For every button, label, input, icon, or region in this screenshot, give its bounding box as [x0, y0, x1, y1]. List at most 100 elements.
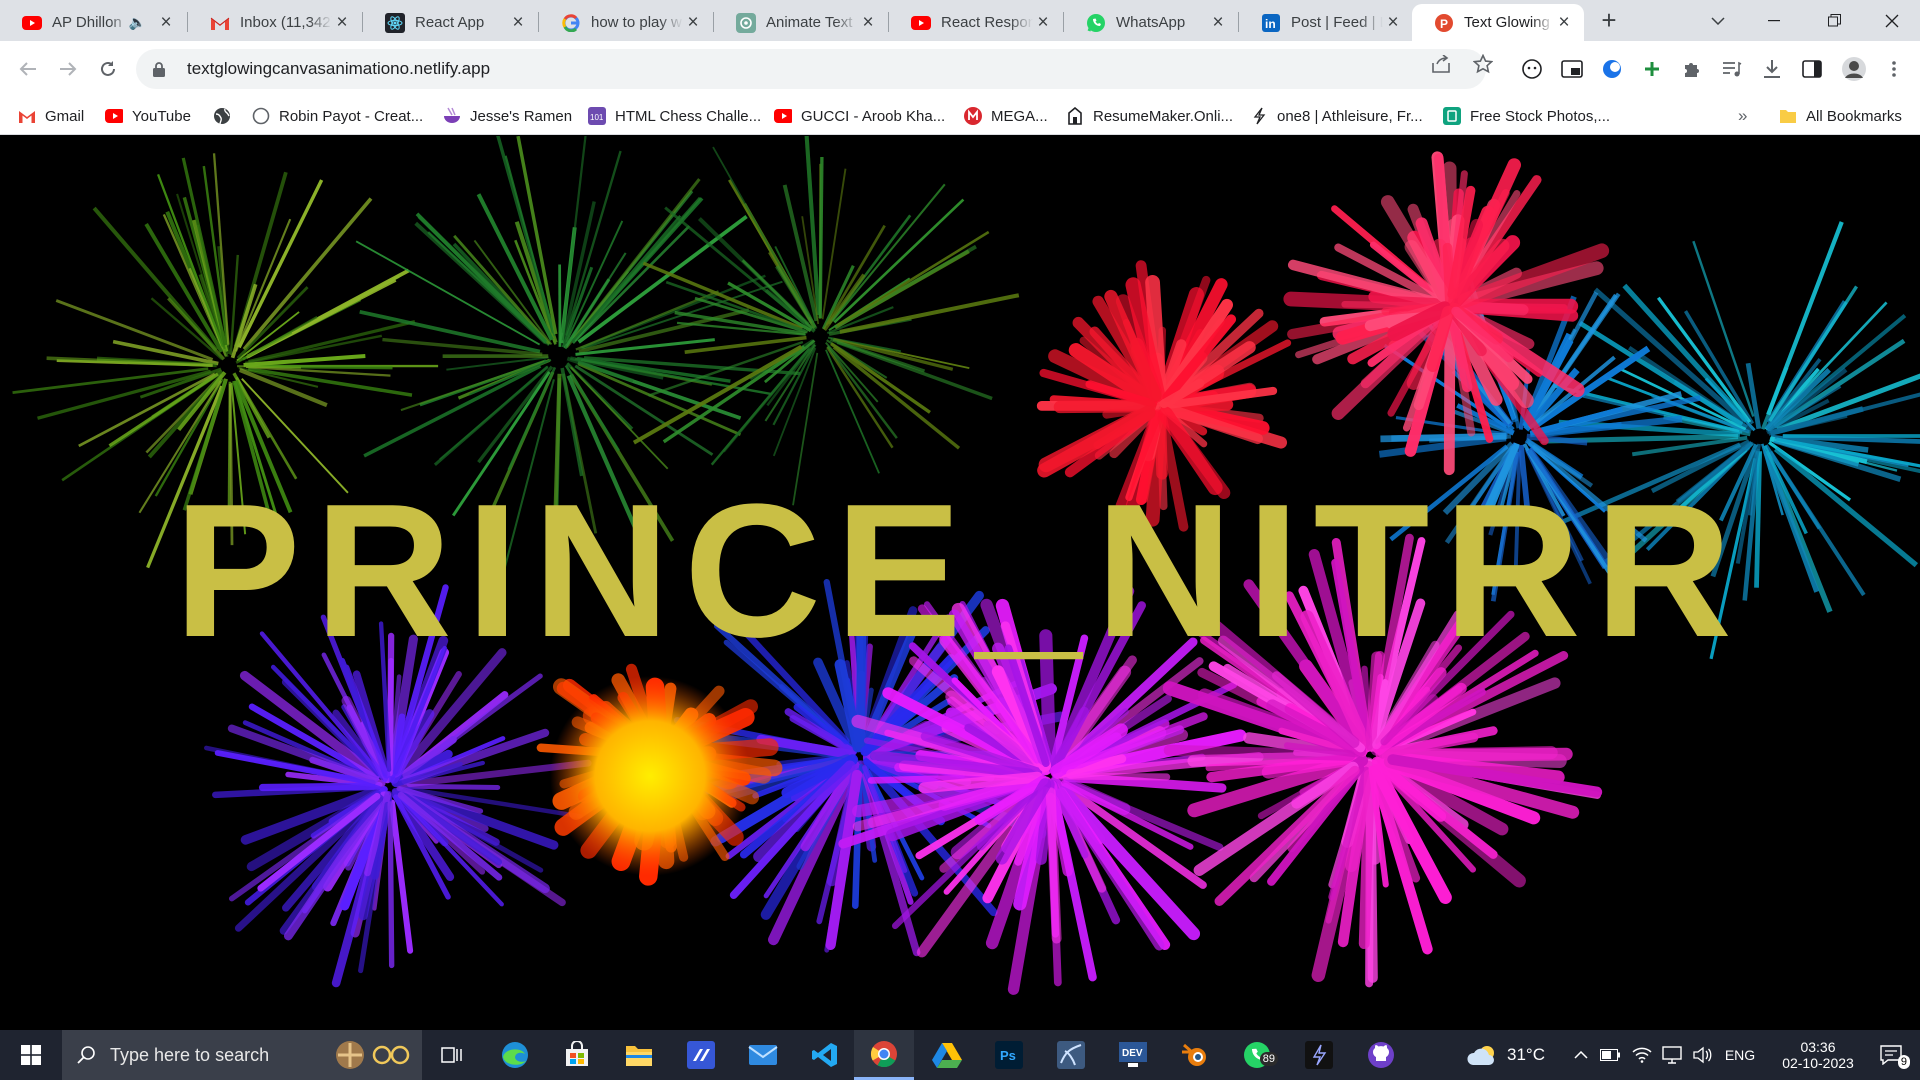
tab-title: React Respon: [941, 14, 1033, 31]
bookmark-one8[interactable]: one8 | Athleisure, Fr...: [1250, 105, 1423, 127]
bookmark-gucci[interactable]: GUCCI - Aroob Kha...: [774, 105, 945, 127]
address-bar[interactable]: textglowingcanvasanimationo.netlify.app: [136, 49, 1486, 89]
bookmark-resumemaker[interactable]: ResumeMaker.Onli...: [1066, 105, 1233, 127]
language-indicator[interactable]: ENG: [1720, 1030, 1760, 1080]
file-explorer-icon[interactable]: [616, 1030, 662, 1080]
svg-text:DEV: DEV: [1122, 1048, 1143, 1059]
bookmark-star-icon[interactable]: [1472, 53, 1494, 75]
close-tab-icon[interactable]: ×: [1383, 12, 1403, 33]
close-tab-icon[interactable]: ×: [1554, 12, 1574, 33]
tab-whatsapp[interactable]: WhatsApp ×: [1064, 4, 1238, 41]
tab-google-search[interactable]: how to play w ×: [539, 4, 713, 41]
close-tab-icon[interactable]: ×: [1033, 12, 1053, 33]
tab-title: WhatsApp: [1116, 14, 1186, 31]
page-icon: P: [1434, 13, 1454, 33]
github-desktop-icon[interactable]: [1358, 1030, 1404, 1080]
close-window-button[interactable]: [1864, 0, 1920, 41]
reload-icon[interactable]: [92, 53, 124, 85]
photoshop-icon[interactable]: Ps: [986, 1030, 1032, 1080]
side-panel-icon[interactable]: [1796, 53, 1828, 85]
bookmark-youtube[interactable]: YouTube: [105, 105, 191, 127]
close-tab-icon[interactable]: ×: [683, 12, 703, 33]
close-tab-icon[interactable]: ×: [1208, 12, 1228, 33]
bookmarks-overflow-chevron[interactable]: »: [1738, 105, 1747, 127]
bookmark-label: Robin Payot - Creat...: [279, 107, 424, 125]
google-drive-icon[interactable]: [924, 1030, 970, 1080]
microsoft-store-icon[interactable]: [554, 1030, 600, 1080]
gmail-icon: [210, 13, 230, 33]
tab-linkedin-feed[interactable]: in Post | Feed | L ×: [1239, 4, 1413, 41]
vscode-icon[interactable]: [802, 1030, 848, 1080]
display-icon[interactable]: [1658, 1030, 1686, 1080]
bookmark-mega[interactable]: MEGA...: [964, 105, 1048, 127]
tab-chatgpt-animate-text[interactable]: Animate Text ×: [714, 4, 888, 41]
taskbar-search-box[interactable]: Type here to search: [62, 1030, 422, 1080]
notifications-icon[interactable]: 9: [1868, 1030, 1914, 1080]
share-icon[interactable]: [1430, 53, 1452, 75]
folder-icon: [1779, 107, 1797, 125]
bookmark-label: Free Stock Photos,...: [1470, 107, 1611, 125]
youtube-icon: [774, 107, 792, 125]
windows-start-icon[interactable]: [8, 1030, 54, 1080]
back-icon[interactable]: [12, 53, 44, 85]
bookmark-robin-payot[interactable]: Robin Payot - Creat...: [252, 105, 423, 127]
extension-plus-icon[interactable]: [1636, 53, 1668, 85]
speaker-icon[interactable]: 🔈: [129, 14, 146, 31]
close-tab-icon[interactable]: ×: [508, 12, 528, 33]
close-tab-icon[interactable]: ×: [332, 12, 352, 33]
clock[interactable]: 03:36 02-10-2023: [1768, 1030, 1868, 1080]
bookmark-label: YouTube: [132, 107, 191, 125]
tab-gmail-inbox[interactable]: Inbox (11,342) ×: [188, 4, 362, 41]
tab-search-icon[interactable]: [1690, 0, 1746, 41]
battery-icon[interactable]: [1596, 1030, 1624, 1080]
close-tab-icon[interactable]: ×: [858, 12, 878, 33]
bookmark-html-chess[interactable]: 101 HTML Chess Challe...: [588, 105, 761, 127]
postman-bolt-icon[interactable]: [1296, 1030, 1342, 1080]
url-text[interactable]: textglowingcanvasanimationo.netlify.app: [187, 59, 490, 79]
bookmark-free-stock-photos[interactable]: Free Stock Photos,...: [1443, 105, 1610, 127]
profile-avatar[interactable]: [1838, 53, 1870, 85]
weather-cloud-icon[interactable]: [1460, 1030, 1508, 1080]
tray-chevron-up-icon[interactable]: [1568, 1030, 1594, 1080]
bookmark-label: All Bookmarks: [1806, 107, 1902, 125]
tab-youtube-ap-dhillon[interactable]: AP Dhillon 🔈 ×: [0, 4, 186, 41]
mail-icon[interactable]: [740, 1030, 786, 1080]
search-highlight-icon[interactable]: [330, 1035, 414, 1075]
vs-code-insiders-icon[interactable]: [678, 1030, 724, 1080]
media-control-icon[interactable]: [1716, 53, 1748, 85]
bookmark-gmail[interactable]: Gmail: [18, 105, 84, 127]
tab-react-app[interactable]: React App ×: [363, 4, 538, 41]
tab-youtube-react-responsive[interactable]: React Respon ×: [889, 4, 1063, 41]
new-tab-button[interactable]: +: [1586, 0, 1632, 41]
browser-toolbar: textglowingcanvasanimationo.netlify.app: [0, 41, 1920, 97]
picture-in-picture-icon[interactable]: [1556, 53, 1588, 85]
speaker-tray-icon[interactable]: [1688, 1030, 1716, 1080]
bookmark-globe[interactable]: [213, 105, 240, 127]
task-view-icon[interactable]: [430, 1030, 474, 1080]
menu-kebab-icon[interactable]: [1878, 53, 1910, 85]
bookmark-all-bookmarks[interactable]: All Bookmarks: [1779, 105, 1902, 127]
weather-temperature[interactable]: 31°C: [1506, 1030, 1546, 1080]
minimize-button[interactable]: [1746, 0, 1802, 41]
close-tab-icon[interactable]: ×: [156, 12, 176, 33]
mysql-workbench-icon[interactable]: [1048, 1030, 1094, 1080]
extension-face-icon[interactable]: [1516, 53, 1548, 85]
dev-tools-icon[interactable]: DEV: [1110, 1030, 1156, 1080]
one8-icon: [1250, 107, 1268, 125]
extension-blue-icon[interactable]: [1596, 53, 1628, 85]
lock-icon[interactable]: [153, 61, 169, 77]
blender-icon[interactable]: [1172, 1030, 1218, 1080]
bookmark-jesses-ramen[interactable]: Jesse's Ramen: [443, 105, 572, 127]
wifi-icon[interactable]: [1628, 1030, 1656, 1080]
edge-icon[interactable]: [492, 1030, 538, 1080]
chrome-icon-active[interactable]: [854, 1030, 914, 1080]
extensions-puzzle-icon[interactable]: [1676, 53, 1708, 85]
windows-taskbar: Type here to search Ps DEV 89 31°C ENG 0…: [0, 1030, 1920, 1080]
whatsapp-taskbar-icon[interactable]: 89: [1234, 1030, 1280, 1080]
forward-icon[interactable]: [52, 53, 84, 85]
restore-button[interactable]: [1806, 0, 1862, 41]
whatsapp-icon: 89: [1242, 1040, 1278, 1070]
tab-title: AP Dhillon: [52, 14, 122, 31]
download-icon[interactable]: [1756, 53, 1788, 85]
tab-text-glowing-active[interactable]: P Text Glowing ×: [1412, 4, 1584, 41]
